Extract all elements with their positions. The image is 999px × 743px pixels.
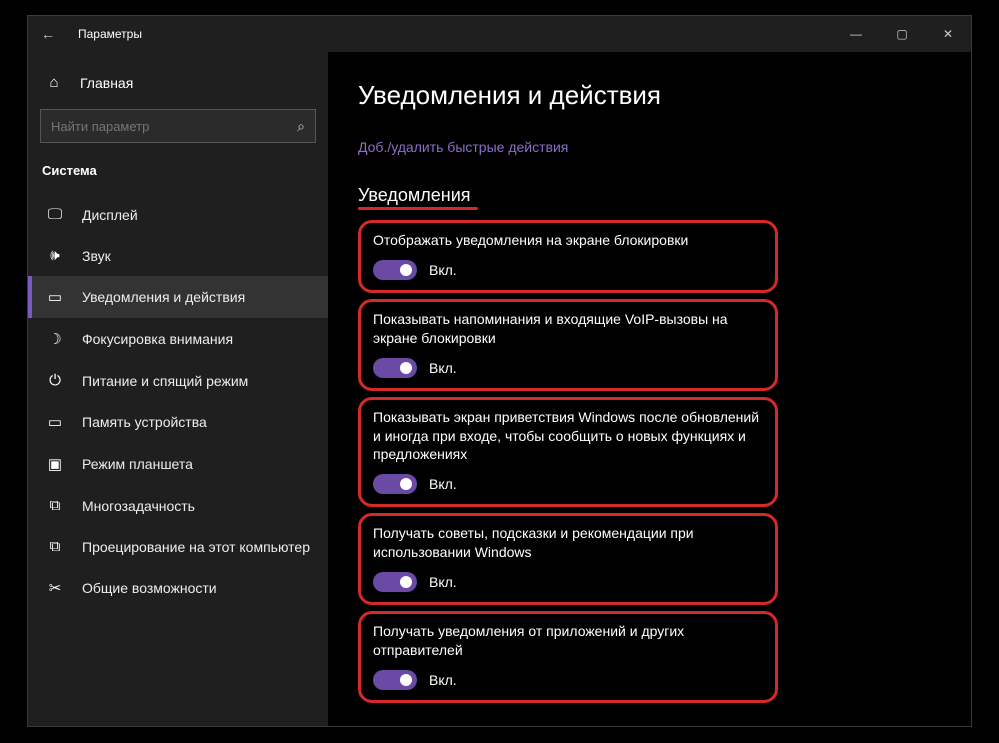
window-controls: — ▢ ✕ xyxy=(833,16,971,52)
arrow-left-icon: ← xyxy=(41,26,55,42)
setting-lockscreen-notifications: Отображать уведомления на экране блокиро… xyxy=(358,220,778,293)
content-pane: Уведомления и действия Доб./удалить быст… xyxy=(328,52,971,726)
page-title: Уведомления и действия xyxy=(358,80,941,111)
app-title: Параметры xyxy=(78,27,142,41)
close-icon: ✕ xyxy=(943,27,953,41)
back-button[interactable]: ← xyxy=(28,16,68,52)
search-input[interactable] xyxy=(51,119,297,134)
sidebar-item-power[interactable]: ⏻ Питание и спящий режим xyxy=(28,360,328,401)
sidebar-item-label: Питание и спящий режим xyxy=(82,373,248,389)
sidebar: ⌂ Главная ⌕ Система 🖵 Дисплей 🕪 Звук ▭ У… xyxy=(28,52,328,726)
sidebar-item-notifications[interactable]: ▭ Уведомления и действия xyxy=(28,276,328,318)
setting-tips: Получать советы, подсказки и рекомендаци… xyxy=(358,513,778,605)
sidebar-item-shared[interactable]: ✂ Общие возможности xyxy=(28,567,328,609)
home-icon: ⌂ xyxy=(46,74,62,91)
sidebar-item-focus[interactable]: ☽ Фокусировка внимания xyxy=(28,318,328,360)
minimize-button[interactable]: — xyxy=(833,16,879,52)
setting-label: Показывать экран приветствия Windows пос… xyxy=(373,408,763,465)
moon-icon: ☽ xyxy=(46,330,64,348)
power-icon: ⏻ xyxy=(46,372,64,389)
project-icon: ⧉ xyxy=(46,538,64,555)
toggle-switch[interactable] xyxy=(373,260,417,280)
minimize-icon: — xyxy=(850,27,862,41)
setting-welcome-screen: Показывать экран приветствия Windows пос… xyxy=(358,397,778,508)
close-button[interactable]: ✕ xyxy=(925,16,971,52)
sidebar-item-project[interactable]: ⧉ Проецирование на этот компьютер xyxy=(28,526,328,567)
sidebar-item-label: Звук xyxy=(82,248,111,264)
toggle-switch[interactable] xyxy=(373,572,417,592)
setting-app-notifications: Получать уведомления от приложений и дру… xyxy=(358,611,778,703)
settings-window: ← Параметры — ▢ ✕ ⌂ Главная ⌕ Система 🖵 … xyxy=(27,15,972,727)
section-apps: Получать уведомления от этих приложений xyxy=(358,725,941,726)
notification-icon: ▭ xyxy=(46,288,64,306)
setting-voip-lockscreen: Показывать напоминания и входящие VoIP-в… xyxy=(358,299,778,391)
sidebar-item-label: Память устройства xyxy=(82,414,207,430)
monitor-icon: 🖵 xyxy=(46,206,64,223)
toggle-state: Вкл. xyxy=(429,360,457,376)
sidebar-item-label: Многозадачность xyxy=(82,498,195,514)
sound-icon: 🕪 xyxy=(46,247,64,264)
storage-icon: ▭ xyxy=(46,413,64,431)
sidebar-category: Система xyxy=(28,157,328,194)
maximize-icon: ▢ xyxy=(896,27,907,41)
home-label: Главная xyxy=(80,75,133,91)
setting-label: Отображать уведомления на экране блокиро… xyxy=(373,231,763,250)
section-notifications: Уведомления xyxy=(358,185,471,206)
toggle-state: Вкл. xyxy=(429,476,457,492)
tablet-icon: ▣ xyxy=(46,455,64,473)
sidebar-item-storage[interactable]: ▭ Память устройства xyxy=(28,401,328,443)
sidebar-item-label: Дисплей xyxy=(82,207,138,223)
setting-label: Показывать напоминания и входящие VoIP-в… xyxy=(373,310,763,348)
multitask-icon: ⧉ xyxy=(46,497,64,514)
setting-label: Получать уведомления от приложений и дру… xyxy=(373,622,763,660)
sidebar-item-label: Проецирование на этот компьютер xyxy=(82,539,310,555)
setting-label: Получать советы, подсказки и рекомендаци… xyxy=(373,524,763,562)
toggle-state: Вкл. xyxy=(429,262,457,278)
toggle-switch[interactable] xyxy=(373,358,417,378)
sidebar-item-label: Общие возможности xyxy=(82,580,217,596)
toggle-state: Вкл. xyxy=(429,672,457,688)
maximize-button[interactable]: ▢ xyxy=(879,16,925,52)
sidebar-item-label: Фокусировка внимания xyxy=(82,331,233,347)
sidebar-item-multitask[interactable]: ⧉ Многозадачность xyxy=(28,485,328,526)
titlebar: ← Параметры — ▢ ✕ xyxy=(28,16,971,52)
search-box[interactable]: ⌕ xyxy=(40,109,316,143)
sidebar-item-tablet[interactable]: ▣ Режим планшета xyxy=(28,443,328,485)
sidebar-item-label: Уведомления и действия xyxy=(82,289,245,305)
sidebar-item-sound[interactable]: 🕪 Звук xyxy=(28,235,328,276)
window-body: ⌂ Главная ⌕ Система 🖵 Дисплей 🕪 Звук ▭ У… xyxy=(28,52,971,726)
search-icon: ⌕ xyxy=(297,118,305,135)
toggle-switch[interactable] xyxy=(373,670,417,690)
toggle-switch[interactable] xyxy=(373,474,417,494)
quick-actions-link[interactable]: Доб./удалить быстрые действия xyxy=(358,139,941,155)
shared-icon: ✂ xyxy=(46,579,64,597)
sidebar-item-label: Режим планшета xyxy=(82,456,193,472)
toggle-state: Вкл. xyxy=(429,574,457,590)
sidebar-item-display[interactable]: 🖵 Дисплей xyxy=(28,194,328,235)
home-nav[interactable]: ⌂ Главная xyxy=(28,64,328,101)
